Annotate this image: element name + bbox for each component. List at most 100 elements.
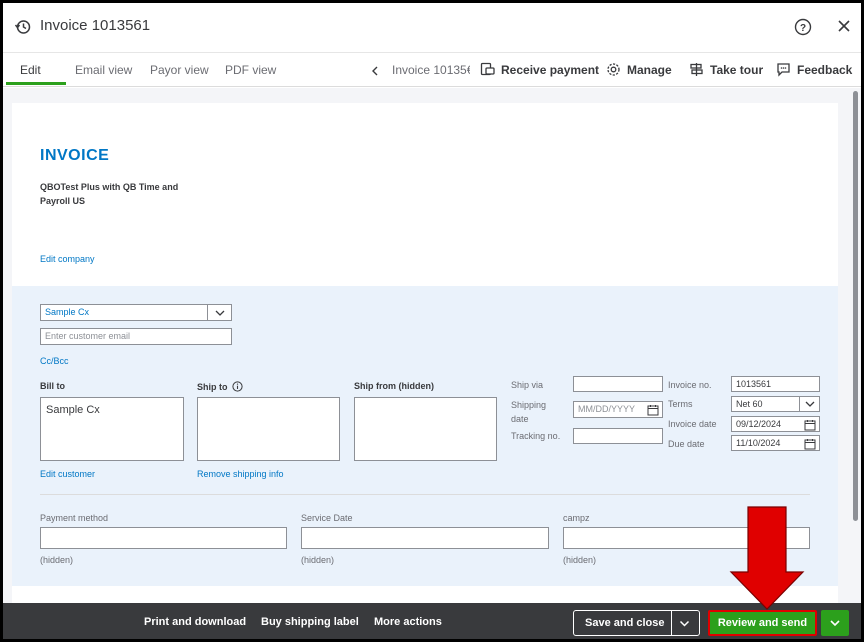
tab-edit[interactable]: Edit bbox=[20, 63, 41, 77]
invoice-date-label: Invoice date bbox=[668, 419, 717, 429]
terms-select-toggle[interactable] bbox=[799, 397, 819, 411]
info-icon[interactable] bbox=[231, 381, 243, 392]
red-arrow-annotation bbox=[729, 506, 805, 610]
close-icon[interactable] bbox=[835, 17, 853, 35]
tracking-field[interactable] bbox=[573, 428, 663, 444]
invoice-no-label: Invoice no. bbox=[668, 380, 712, 390]
payment-method-field[interactable] bbox=[40, 527, 287, 549]
payment-method-note: (hidden) bbox=[40, 555, 74, 565]
history-icon[interactable] bbox=[14, 18, 32, 36]
chevron-left-icon[interactable] bbox=[370, 66, 380, 76]
tab-pdf-view[interactable]: PDF view bbox=[225, 63, 276, 77]
calendar-icon[interactable] bbox=[647, 404, 659, 416]
shipping-date-label-line1: Shipping bbox=[511, 400, 547, 410]
manage-button[interactable]: Manage bbox=[606, 62, 672, 77]
due-date-value: 11/10/2024 bbox=[736, 438, 781, 448]
customer-email-field[interactable]: Enter customer email bbox=[40, 328, 232, 345]
company-name-line1: QBOTest Plus with QB Time and bbox=[40, 182, 179, 192]
customer-select-toggle[interactable] bbox=[207, 305, 231, 320]
active-tab-indicator bbox=[6, 82, 66, 85]
receive-payment-icon bbox=[480, 62, 495, 76]
invoice-nav-label[interactable]: Invoice 10135€ bbox=[392, 63, 470, 77]
chevron-down-icon bbox=[215, 310, 224, 316]
shipping-date-label: Shipping date bbox=[511, 398, 546, 426]
review-and-send-label: Review and send bbox=[717, 617, 808, 629]
ship-from-address[interactable] bbox=[354, 397, 497, 461]
terms-select[interactable]: Net 60 bbox=[731, 396, 820, 412]
shipping-date-label-line2: date bbox=[511, 414, 529, 424]
customer-select[interactable]: Sample Cx bbox=[40, 304, 232, 321]
campz-note: (hidden) bbox=[563, 555, 597, 565]
buy-shipping-label-button[interactable]: Buy shipping label bbox=[261, 616, 359, 628]
edit-company-link[interactable]: Edit company bbox=[40, 254, 95, 264]
invoice-heading: INVOICE bbox=[40, 147, 110, 164]
bill-to-value: Sample Cx bbox=[46, 404, 100, 416]
payment-method-label: Payment method bbox=[40, 513, 109, 523]
ship-via-field[interactable] bbox=[573, 376, 663, 392]
take-tour-label: Take tour bbox=[710, 62, 764, 77]
review-send-dropdown[interactable] bbox=[821, 610, 849, 636]
help-icon[interactable]: ? bbox=[794, 18, 812, 36]
feedback-label: Feedback bbox=[797, 62, 853, 77]
invoice-no-field[interactable]: 1013561 bbox=[731, 376, 820, 392]
ship-to-label: Ship to bbox=[197, 381, 228, 392]
shipping-date-field[interactable]: MM/DD/YYYY bbox=[573, 401, 663, 418]
edit-customer-link[interactable]: Edit customer bbox=[40, 469, 95, 479]
campz-label: campz bbox=[563, 513, 590, 523]
customer-select-value: Sample Cx bbox=[45, 307, 90, 317]
window-header: Invoice 1013561 ? bbox=[3, 3, 861, 53]
service-date-field[interactable] bbox=[301, 527, 549, 549]
invoice-window: Invoice 1013561 ? Edit Email view Payor … bbox=[0, 0, 864, 642]
ship-via-label: Ship via bbox=[511, 380, 544, 390]
chevron-down-icon bbox=[805, 401, 814, 407]
bill-to-label: Bill to bbox=[40, 381, 65, 391]
section-divider bbox=[40, 494, 810, 495]
remove-shipping-link[interactable]: Remove shipping info bbox=[197, 469, 284, 479]
view-tabs: Edit Email view Payor view PDF view Invo… bbox=[3, 53, 861, 87]
print-download-button[interactable]: Print and download bbox=[144, 616, 246, 628]
gear-icon bbox=[607, 63, 620, 76]
take-tour-button[interactable]: Take tour bbox=[689, 62, 763, 77]
calendar-icon[interactable] bbox=[804, 438, 816, 450]
tracking-label: Tracking no. bbox=[511, 431, 561, 441]
customer-section: Sample Cx Enter customer email Cc/Bcc Bi… bbox=[12, 286, 838, 586]
cc-bcc-link[interactable]: Cc/Bcc bbox=[40, 356, 69, 366]
tab-email-view[interactable]: Email view bbox=[75, 63, 132, 77]
feedback-icon bbox=[777, 63, 790, 77]
save-and-close-label: Save and close bbox=[585, 617, 665, 629]
customer-email-placeholder: Enter customer email bbox=[45, 331, 131, 341]
ship-to-label-group: Ship to bbox=[197, 381, 243, 392]
shipping-date-placeholder: MM/DD/YYYY bbox=[578, 404, 636, 414]
terms-value: Net 60 bbox=[736, 399, 763, 409]
invoice-paper: INVOICE QBOTest Plus with QB Time and Pa… bbox=[12, 103, 838, 603]
window-title: Invoice 1013561 bbox=[40, 17, 151, 34]
receive-payment-label: Receive payment bbox=[501, 62, 600, 77]
invoice-date-value: 09/12/2024 bbox=[736, 419, 782, 429]
due-date-label: Due date bbox=[668, 439, 705, 449]
calendar-icon[interactable] bbox=[804, 419, 816, 431]
tour-icon bbox=[690, 63, 703, 76]
feedback-button[interactable]: Feedback bbox=[776, 62, 852, 77]
review-and-send-button[interactable]: Review and send bbox=[708, 610, 817, 636]
svg-text:?: ? bbox=[800, 23, 806, 34]
ship-to-address[interactable] bbox=[197, 397, 340, 461]
company-name: QBOTest Plus with QB Time and Payroll US bbox=[40, 180, 200, 208]
service-date-label: Service Date bbox=[301, 513, 353, 523]
chevron-down-icon[interactable] bbox=[679, 618, 690, 629]
due-date-field[interactable]: 11/10/2024 bbox=[731, 435, 820, 451]
terms-label: Terms bbox=[668, 399, 693, 409]
manage-label: Manage bbox=[627, 62, 672, 77]
save-and-close-button[interactable]: Save and close bbox=[573, 610, 700, 636]
bill-to-address[interactable]: Sample Cx bbox=[40, 397, 184, 461]
company-name-line2: Payroll US bbox=[40, 196, 86, 206]
vertical-scrollbar[interactable] bbox=[853, 91, 858, 521]
save-split-divider bbox=[671, 611, 672, 635]
receive-payment-button[interactable]: Receive payment bbox=[480, 62, 599, 77]
service-date-note: (hidden) bbox=[301, 555, 335, 565]
more-actions-button[interactable]: More actions bbox=[374, 616, 442, 628]
ship-from-label: Ship from (hidden) bbox=[354, 381, 434, 391]
chevron-down-icon bbox=[830, 620, 840, 627]
tab-payor-view[interactable]: Payor view bbox=[150, 63, 209, 77]
invoice-no-value: 1013561 bbox=[736, 379, 772, 389]
invoice-date-field[interactable]: 09/12/2024 bbox=[731, 416, 820, 432]
